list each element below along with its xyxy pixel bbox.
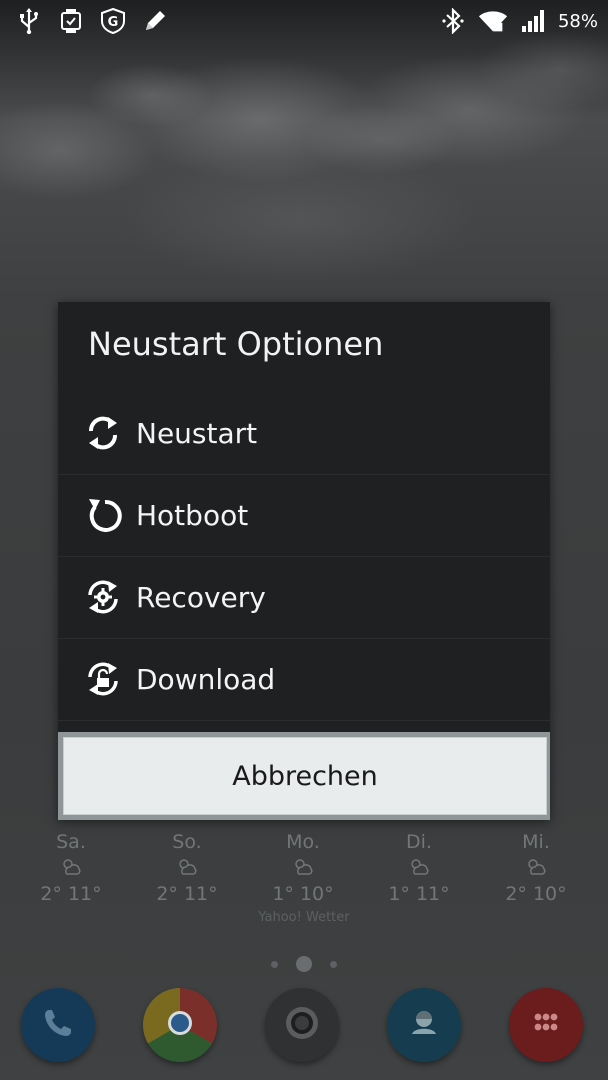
day-temp: 2° 10° bbox=[505, 883, 567, 905]
day-name: Mi. bbox=[522, 831, 550, 853]
day-name: Di. bbox=[406, 831, 432, 853]
option-label: Hotboot bbox=[136, 498, 249, 532]
weather-source: Yahoo! Wetter bbox=[258, 910, 350, 925]
option-download[interactable]: Download bbox=[58, 638, 550, 721]
weather-day: Sa. 2° 11° bbox=[21, 828, 121, 910]
camera-icon bbox=[282, 1003, 322, 1047]
page-indicator bbox=[0, 954, 608, 974]
option-label: Download bbox=[136, 662, 276, 696]
status-bar: G 58% bbox=[0, 0, 608, 44]
refresh-icon bbox=[83, 413, 123, 453]
svg-text:G: G bbox=[108, 15, 119, 30]
usb-icon bbox=[14, 6, 44, 36]
contacts-icon bbox=[405, 1004, 443, 1046]
battery-percentage: 58% bbox=[557, 10, 598, 32]
bluetooth-icon bbox=[438, 6, 468, 36]
day-name: So. bbox=[172, 831, 202, 853]
weather-day: Mo. 1° 10° bbox=[253, 828, 353, 910]
weather-day: Mi. 2° 10° bbox=[486, 828, 586, 910]
option-recovery[interactable]: Recovery bbox=[58, 556, 550, 639]
cancel-button-area: Abbrechen bbox=[58, 732, 550, 820]
phone-icon bbox=[41, 1006, 75, 1044]
page-dot-active[interactable] bbox=[296, 956, 312, 972]
option-hotboot[interactable]: Hotboot bbox=[58, 474, 550, 557]
phone-app-button[interactable] bbox=[21, 988, 95, 1062]
partly-cloudy-icon bbox=[253, 856, 353, 878]
day-temp: 1° 10° bbox=[272, 883, 334, 905]
g-data-icon: G bbox=[98, 6, 128, 36]
partly-cloudy-icon bbox=[369, 856, 469, 878]
weather-day: Di. 1° 11° bbox=[369, 828, 469, 910]
option-label: Neustart bbox=[136, 416, 258, 450]
signal-icon bbox=[518, 6, 548, 36]
weather-day: So. 2° 11° bbox=[137, 828, 237, 910]
partly-cloudy-icon bbox=[486, 856, 586, 878]
camera-app-button[interactable] bbox=[265, 988, 339, 1062]
hotboot-icon bbox=[83, 495, 123, 535]
pencil-icon bbox=[140, 6, 170, 36]
chrome-icon bbox=[160, 1003, 200, 1047]
contacts-app-button[interactable] bbox=[387, 988, 461, 1062]
cancel-button[interactable]: Abbrechen bbox=[63, 737, 547, 815]
smartwatch-icon bbox=[56, 6, 86, 36]
page-dot[interactable] bbox=[271, 960, 278, 968]
app-drawer-button[interactable] bbox=[509, 988, 583, 1062]
option-label: Recovery bbox=[136, 580, 266, 614]
partly-cloudy-icon bbox=[21, 856, 121, 878]
app-drawer-icon bbox=[529, 1006, 563, 1044]
wifi-icon bbox=[478, 6, 508, 36]
download-lock-icon bbox=[83, 659, 123, 699]
option-neustart[interactable]: Neustart bbox=[58, 392, 550, 475]
dock bbox=[0, 988, 608, 1064]
dialog-title: Neustart Optionen bbox=[88, 325, 384, 363]
day-temp: 2° 11° bbox=[156, 883, 218, 905]
day-name: Sa. bbox=[56, 831, 86, 853]
reboot-options-dialog: Neustart Optionen Neustart Hotboot Recov… bbox=[58, 302, 550, 820]
day-temp: 1° 11° bbox=[388, 883, 450, 905]
chrome-app-button[interactable] bbox=[143, 988, 217, 1062]
recovery-gear-icon bbox=[83, 577, 123, 617]
partly-cloudy-icon bbox=[137, 856, 237, 878]
page-dot[interactable] bbox=[330, 960, 337, 968]
day-name: Mo. bbox=[286, 831, 320, 853]
day-temp: 2° 11° bbox=[40, 883, 102, 905]
